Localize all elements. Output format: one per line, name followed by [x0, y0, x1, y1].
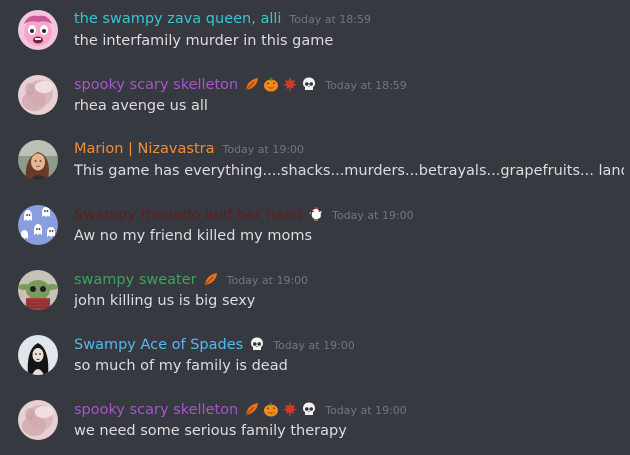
dark-figure-avatar-icon	[18, 335, 58, 375]
message: spooky scary skelleton Today at 18:59 rh…	[0, 73, 630, 129]
skull-emoji-icon	[251, 337, 264, 350]
chat-log: the swampy zava queen, alli Today at 18:…	[0, 0, 630, 455]
username[interactable]: Swampy rhenado and her hand	[74, 204, 302, 226]
username[interactable]: Marion | Nizavastra	[74, 138, 214, 160]
username-emojis	[302, 203, 324, 221]
message: Swampy Ace of Spades Today at 19:00 so m…	[0, 333, 630, 389]
timestamp: Today at 19:00	[332, 209, 414, 222]
message: Swampy rhenado and her hand Today at 19:…	[0, 203, 630, 259]
avatar[interactable]	[18, 270, 58, 310]
leaf-emoji-icon	[245, 403, 259, 416]
message-header: spooky scary skelleton Today at 18:59	[74, 73, 407, 95]
message-header: spooky scary skelleton Today at 19:00	[74, 398, 407, 420]
avatar[interactable]	[18, 140, 58, 180]
message-content: Aw no my friend killed my moms	[74, 228, 313, 244]
username[interactable]: swampy sweater	[74, 269, 197, 291]
blurred-face-avatar-icon	[18, 400, 58, 440]
message: spooky scary skelleton Today at 19:00 we…	[0, 398, 630, 454]
timestamp: Today at 19:00	[222, 143, 305, 156]
timestamp: Today at 19:00	[273, 339, 355, 352]
username[interactable]: spooky scary skelleton	[74, 74, 238, 96]
woman-photo-avatar-icon	[18, 140, 58, 180]
timestamp: Today at 18:59	[325, 79, 407, 92]
maple-leaf-emoji-icon	[283, 77, 298, 91]
skull-emoji-icon	[303, 402, 316, 415]
leaf-emoji-icon	[245, 78, 259, 91]
username-emojis	[238, 398, 317, 417]
message-content: This game has everything....shacks...mur…	[74, 163, 624, 179]
timestamp: Today at 19:00	[325, 404, 407, 417]
skull-emoji-icon	[303, 77, 316, 90]
ghosts-pattern-avatar-icon	[18, 205, 58, 245]
message-content: we need some serious family therapy	[74, 423, 347, 439]
message-header: the swampy zava queen, alli Today at 18:…	[74, 8, 371, 30]
maple-leaf-emoji-icon	[283, 402, 298, 416]
username-emojis	[238, 73, 317, 92]
jack-o-lantern-emoji-icon	[264, 402, 279, 417]
leaf-emoji-icon	[204, 273, 217, 286]
blurred-face-avatar-icon	[18, 75, 58, 115]
message: swampy sweater Today at 19:00 john killi…	[0, 268, 630, 324]
jack-o-lantern-emoji-icon	[264, 77, 279, 92]
avatar[interactable]	[18, 75, 58, 115]
username-emojis	[197, 268, 219, 286]
message-header: swampy sweater Today at 19:00	[74, 268, 308, 290]
message-header: Marion | Nizavastra Today at 19:00	[74, 138, 304, 160]
message-content: the interfamily murder in this game	[74, 33, 334, 49]
username[interactable]: Swampy Ace of Spades	[74, 334, 243, 356]
avatar[interactable]	[18, 335, 58, 375]
avatar[interactable]	[18, 10, 58, 50]
username[interactable]: spooky scary skelleton	[74, 399, 238, 421]
message-content: rhea avenge us all	[74, 98, 208, 114]
avatar[interactable]	[18, 205, 58, 245]
username[interactable]: the swampy zava queen, alli	[74, 8, 281, 30]
message-header: Swampy Ace of Spades Today at 19:00	[74, 333, 355, 355]
message: Marion | Nizavastra Today at 19:00 This …	[0, 138, 630, 194]
timestamp: Today at 18:59	[289, 13, 371, 26]
message-header: Swampy rhenado and her hand Today at 19:…	[74, 203, 414, 225]
pink-cartoon-avatar-icon	[18, 10, 58, 50]
knit-creature-avatar-icon	[18, 270, 58, 310]
chicken-emoji-icon	[309, 206, 323, 221]
message-content: so much of my family is dead	[74, 358, 288, 374]
message-content: john killing us is big sexy	[74, 293, 256, 309]
timestamp: Today at 19:00	[226, 274, 309, 287]
message: the swampy zava queen, alli Today at 18:…	[0, 8, 630, 64]
avatar[interactable]	[18, 400, 58, 440]
username-emojis	[243, 333, 265, 350]
